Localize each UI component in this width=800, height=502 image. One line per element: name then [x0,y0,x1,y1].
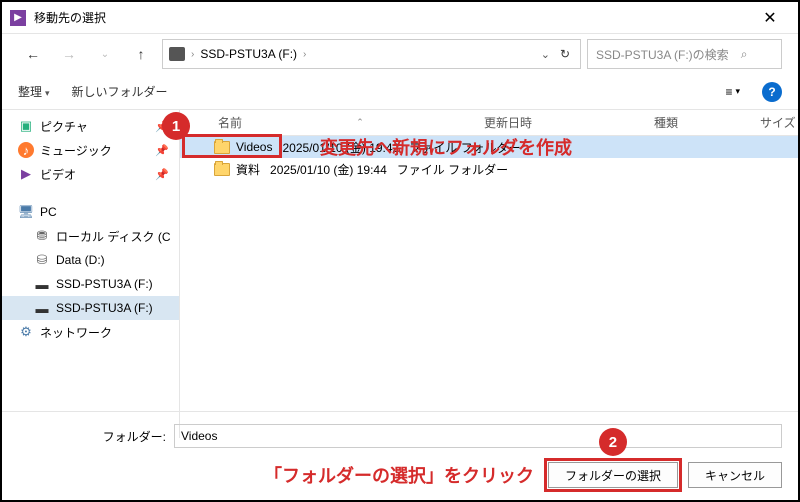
tree-item-label: SSD-PSTU3A (F:) [56,301,153,315]
tree-item[interactable]: ▣ピクチャ📌 [2,114,179,138]
tree-item-label: ローカル ディスク (C [56,228,171,245]
main-area: ▣ピクチャ📌♪ミュージック📌▶ビデオ📌🖥PC⛃ローカル ディスク (C⛁Data… [2,110,798,438]
tree-item-icon: ▶ [18,166,34,182]
search-input[interactable]: SSD-PSTU3A (F:)の検索 ⌕ [587,39,782,69]
tree-item-icon: ♪ [18,142,34,158]
tree-item-label: Data (D:) [56,253,105,267]
tree-item-icon: ▬ [34,276,50,292]
file-row[interactable]: 資料2025/01/10 (金) 19:44ファイル フォルダー [180,158,798,180]
forward-button[interactable]: → [54,40,84,68]
address-bar[interactable]: › SSD-PSTU3A (F:) › ⌄ ↻ [162,39,581,69]
folder-input[interactable]: Videos [174,424,782,448]
tree-item[interactable]: ▶ ビデオ 📌 [2,162,179,186]
chevron-icon: › [191,49,194,60]
tree-item[interactable]: ▬ SSD-PSTU3A (F:) [2,272,179,296]
file-type: ファイル フォルダー [387,161,508,178]
footer: フォルダー: Videos 「フォルダーの選択」をクリック 2 フォルダーの選択… [2,411,798,500]
drive-icon [169,47,185,61]
file-date: 2025/01/10 (金) 19:44 [260,161,387,178]
tree-item-icon: ⛁ [34,252,50,268]
tree-item[interactable]: ⛁ Data (D:) [2,248,179,272]
tree-item[interactable]: 🖥 PC [2,200,179,224]
sort-arrow-icon: ⌃ [356,117,364,128]
address-path: SSD-PSTU3A (F:) [200,47,297,61]
refresh-button[interactable]: ↻ [556,47,574,61]
annotation-badge-1: 1 [162,112,190,140]
tree-item-label: ビデオ [40,166,76,183]
col-date[interactable]: 更新日時 [474,114,644,131]
nav-tree: ▣ピクチャ📌♪ミュージック📌▶ビデオ📌🖥PC⛃ローカル ディスク (C⛁Data… [2,110,180,438]
tree-item[interactable]: ♪ ミュージック 📌 [2,138,179,162]
tree-item[interactable]: ▬ SSD-PSTU3A (F:) [2,296,179,320]
up-button[interactable]: ↑ [126,40,156,68]
tree-item-label: ミュージック [40,142,112,159]
tree-item-icon: 🖥 [18,204,34,220]
col-size[interactable]: サイズ [750,114,798,131]
tree-item-icon: ⛃ [34,228,50,244]
help-button[interactable]: ? [762,82,782,102]
annotation-badge-2: 2 [599,428,627,456]
chevron-icon: › [303,49,306,60]
annotation-text-2: 「フォルダーの選択」をクリック [264,462,534,488]
folder-icon [214,163,230,176]
view-button[interactable]: ≡▾ [725,85,740,99]
nav-row: ← → ⌄ ↑ › SSD-PSTU3A (F:) › ⌄ ↻ SSD-PSTU… [2,34,798,74]
tree-item-label: PC [40,205,57,219]
window-title: 移動先の選択 [34,9,750,26]
cancel-button[interactable]: キャンセル [688,462,782,488]
col-name[interactable]: 名前⌃ [180,114,474,131]
tree-item-icon: ▬ [34,300,50,316]
tree-item-label: SSD-PSTU3A (F:) [56,277,153,291]
titlebar: ▶ 移動先の選択 ✕ [2,2,798,34]
annotation-box-2 [544,458,682,492]
tree-item-icon: ⚙ [18,324,34,340]
annotation-text-1: 変更先へ新規にフォルダを作成 [320,134,572,160]
column-headers: 名前⌃ 更新日時 種類 サイズ [180,110,798,136]
tree-item-icon: ▣ [18,118,34,134]
tree-item[interactable]: ⛃ ローカル ディスク (C [2,224,179,248]
organize-button[interactable]: 整理▾ [18,83,50,100]
pin-icon: 📌 [155,144,169,157]
app-icon: ▶ [10,10,26,26]
pin-icon: 📌 [155,168,169,181]
col-type[interactable]: 種類 [644,114,750,131]
tree-item-label: ネットワーク [40,324,112,341]
file-list: 名前⌃ 更新日時 種類 サイズ Videos2025/01/10 (金) 19:… [180,110,798,438]
history-dropdown-icon[interactable]: ⌄ [90,40,120,68]
annotation-box-1 [182,134,282,158]
toolbar: 整理▾ 新しいフォルダー ≡▾ ? [2,74,798,110]
new-folder-button[interactable]: 新しいフォルダー [72,83,168,100]
file-name: 資料 [236,161,260,178]
close-button[interactable]: ✕ [750,4,790,32]
back-button[interactable]: ← [18,40,48,68]
tree-item-label: ピクチャ [40,118,88,135]
tree-item[interactable]: ⚙ ネットワーク [2,320,179,344]
folder-label: フォルダー: [18,428,166,445]
search-placeholder: SSD-PSTU3A (F:)の検索 [596,46,729,63]
address-dropdown-icon[interactable]: ⌄ [541,48,550,61]
search-icon: ⌕ [741,47,748,62]
